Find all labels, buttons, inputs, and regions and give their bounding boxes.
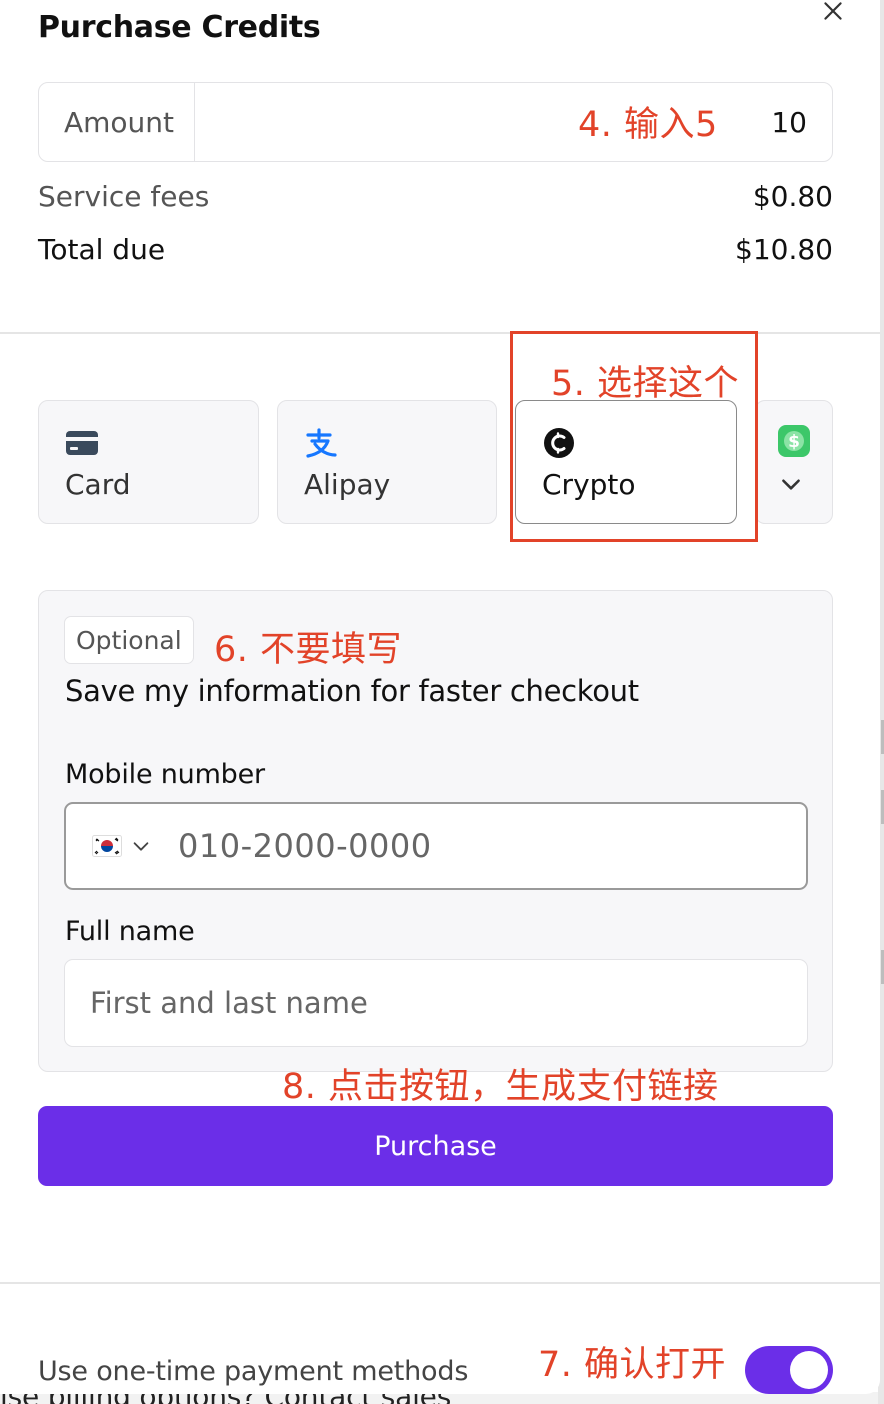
- chevron-down-icon: [133, 842, 149, 851]
- purchase-credits-modal: Purchase Credits Amount Service fees $0.…: [0, 0, 880, 1394]
- mobile-number-field: [64, 802, 808, 890]
- payment-method-label: Alipay: [304, 468, 391, 501]
- payment-method-crypto[interactable]: Crypto: [515, 400, 737, 524]
- payment-method-more[interactable]: $: [755, 400, 833, 524]
- close-button[interactable]: [818, 0, 848, 26]
- mobile-number-label: Mobile number: [65, 759, 265, 790]
- total-due-row: Total due $10.80: [38, 233, 833, 266]
- annotation-step7: 7. 确认打开: [538, 1345, 727, 1385]
- toggle-knob: [790, 1351, 828, 1389]
- credit-card-icon: [66, 431, 98, 455]
- full-name-label: Full name: [65, 916, 195, 947]
- payment-method-label: Card: [65, 468, 131, 501]
- optional-badge: Optional: [64, 616, 194, 664]
- one-time-payment-toggle[interactable]: [745, 1346, 833, 1394]
- annotation-step4: 4. 输入5: [578, 105, 718, 145]
- annotation-step8: 8. 点击按钮，生成支付链接: [282, 1067, 719, 1107]
- one-time-payment-label: Use one-time payment methods: [38, 1356, 469, 1387]
- service-fees-value: $0.80: [752, 180, 833, 213]
- amount-input[interactable]: [195, 83, 832, 161]
- divider: [0, 1282, 880, 1284]
- payment-method-label: Crypto: [542, 468, 636, 501]
- mobile-number-input[interactable]: [178, 827, 806, 865]
- amount-label: Amount: [39, 83, 195, 161]
- crypto-coin-icon: [544, 428, 574, 458]
- purchase-button[interactable]: Purchase: [38, 1106, 833, 1186]
- service-fees-row: Service fees $0.80: [38, 180, 833, 213]
- save-info-text: Save my information for faster checkout: [65, 674, 639, 708]
- full-name-field: [64, 959, 808, 1047]
- total-due-value: $10.80: [735, 233, 833, 266]
- country-code-picker[interactable]: [92, 835, 152, 857]
- close-icon: [824, 2, 842, 20]
- total-due-label: Total due: [38, 233, 166, 266]
- chevron-down-icon: [782, 479, 800, 490]
- full-name-input[interactable]: [65, 960, 807, 1046]
- divider: [0, 332, 880, 334]
- payment-method-alipay[interactable]: Alipay: [277, 400, 497, 524]
- payment-method-card[interactable]: Card: [38, 400, 259, 524]
- modal-title: Purchase Credits: [38, 10, 321, 45]
- annotation-step5: 5. 选择这个: [551, 364, 740, 404]
- korea-flag-icon: [92, 835, 122, 857]
- svg-text:$: $: [788, 432, 800, 452]
- cash-app-icon: $: [778, 425, 810, 457]
- save-info-card: Optional Save my information for faster …: [38, 590, 833, 1072]
- alipay-icon: [306, 428, 337, 458]
- service-fees-label: Service fees: [38, 180, 210, 213]
- annotation-step6: 6. 不要填写: [214, 630, 403, 670]
